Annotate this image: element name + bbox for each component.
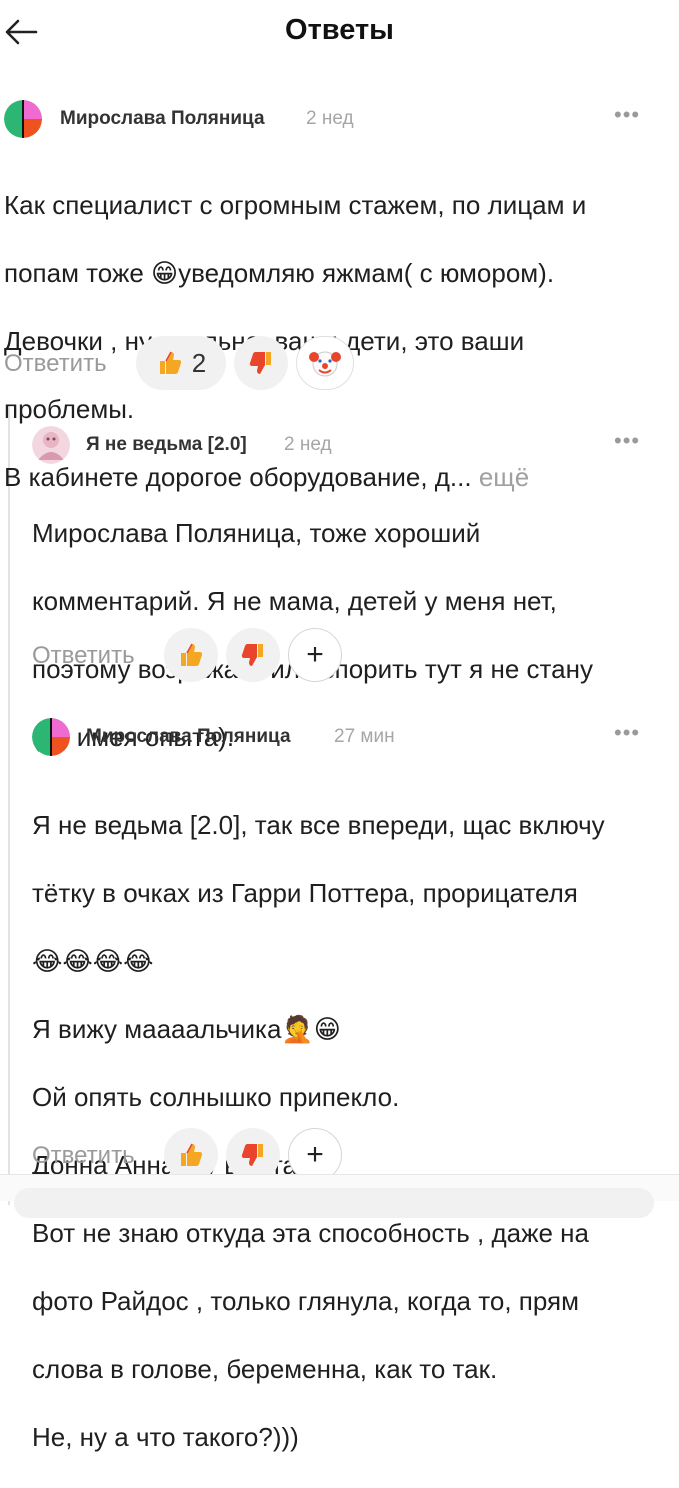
thumbs-up-icon bbox=[159, 351, 181, 374]
clown-reaction-button[interactable] bbox=[296, 336, 354, 390]
timestamp: 2 нед bbox=[306, 108, 354, 129]
thumbs-up-icon bbox=[181, 643, 203, 666]
page-title: Ответы bbox=[285, 14, 394, 46]
reply-input[interactable] bbox=[14, 1188, 654, 1218]
more-options-icon[interactable]: ••• bbox=[614, 428, 640, 454]
text-line: Ой опять солнышко припекло. bbox=[32, 1082, 400, 1112]
reply-button[interactable]: Ответить bbox=[32, 642, 135, 670]
text-line: Как специалист с огромным стажем, по лиц… bbox=[4, 190, 587, 220]
avatar[interactable] bbox=[32, 426, 70, 464]
avatar[interactable] bbox=[4, 100, 42, 138]
text-line: Вот не знаю откуда эта способность , даж… bbox=[32, 1218, 589, 1248]
more-options-icon[interactable]: ••• bbox=[614, 720, 640, 746]
reply-button[interactable]: Ответить bbox=[32, 1142, 135, 1170]
author-name[interactable]: Мирослава Поляница bbox=[60, 108, 265, 130]
thumbs-down-icon bbox=[241, 1144, 263, 1166]
text-line: комментарий. Я не мама, детей у меня нет… bbox=[32, 586, 557, 616]
comment-actions: Ответить 2 bbox=[4, 336, 404, 392]
text-line: Не, ну а что такого?))) bbox=[32, 1422, 299, 1452]
clown-face-icon bbox=[309, 351, 341, 377]
timestamp: 27 мин bbox=[334, 726, 395, 747]
text-line: тётку в очках из Гарри Поттера, прорицат… bbox=[32, 878, 578, 908]
comment: Мирослава Поляница 27 мин ••• Я не ведьм… bbox=[32, 716, 662, 1488]
timestamp: 2 нед bbox=[284, 434, 332, 455]
thumbs-down-icon bbox=[249, 352, 271, 374]
thumbs-down-icon bbox=[241, 644, 263, 666]
text-line: слова в голове, беременна, как то так. bbox=[32, 1354, 498, 1384]
add-reaction-button[interactable]: + bbox=[288, 628, 342, 682]
like-button[interactable] bbox=[164, 628, 218, 682]
text-line: Мирослава Поляница, тоже хороший bbox=[32, 518, 481, 548]
avatar[interactable] bbox=[32, 718, 70, 756]
reply-button[interactable]: Ответить bbox=[4, 350, 107, 378]
header: Ответы bbox=[0, 0, 679, 64]
comment-actions: Ответить + bbox=[32, 628, 392, 684]
like-button[interactable]: 2 bbox=[136, 336, 226, 390]
author-name[interactable]: Я не ведьма [2.0] bbox=[86, 434, 247, 456]
thumbs-up-icon bbox=[181, 1143, 203, 1166]
author-name[interactable]: Мирослава Поляница bbox=[86, 726, 291, 748]
text-line: фото Райдос , только глянула, когда то, … bbox=[32, 1286, 579, 1316]
text-line: проблемы. bbox=[4, 394, 135, 424]
dislike-button[interactable] bbox=[226, 628, 280, 682]
text-line: Я не ведьма [2.0], так все впереди, щас … bbox=[32, 810, 605, 840]
more-options-icon[interactable]: ••• bbox=[614, 102, 640, 128]
dislike-button[interactable] bbox=[234, 336, 288, 390]
like-count: 2 bbox=[191, 347, 207, 378]
text-line: Я вижу маааальчика🤦😁 bbox=[32, 1014, 341, 1044]
text-line: попам тоже 😁уведомляю яжмам( с юмором). bbox=[4, 258, 555, 288]
text-line: 😂😂😂😂 bbox=[32, 946, 154, 976]
